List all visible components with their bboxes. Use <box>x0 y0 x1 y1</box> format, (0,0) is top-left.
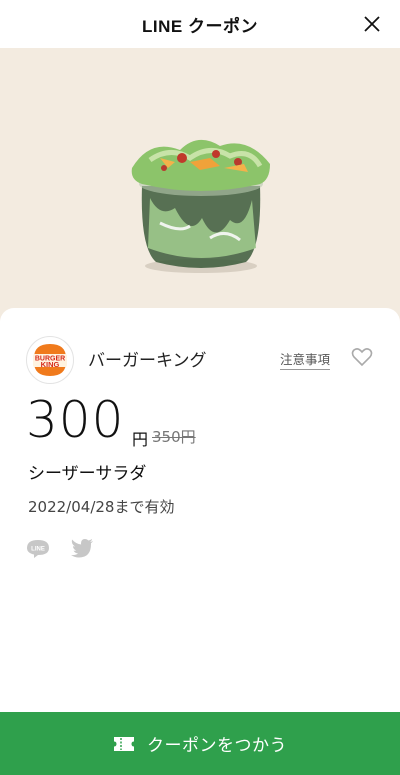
use-coupon-button[interactable]: クーポンをつかう <box>0 712 400 775</box>
twitter-icon[interactable] <box>70 538 94 558</box>
burger-king-logo-icon: BURGER KING <box>33 344 67 376</box>
logo-text-king: KING <box>41 360 60 369</box>
coupon-ticket-icon <box>114 736 134 751</box>
coupon-price: 300 <box>26 391 125 449</box>
product-hero <box>0 48 400 338</box>
brand-name: バーガーキング <box>88 351 207 371</box>
heart-icon[interactable] <box>350 345 374 369</box>
line-share-icon[interactable]: LINE <box>26 539 50 559</box>
use-coupon-label: クーポンをつかう <box>147 736 287 756</box>
salad-image <box>131 139 270 273</box>
item-name: シーザーサラダ <box>28 464 147 484</box>
close-icon[interactable] <box>360 12 384 36</box>
price-unit: 円 <box>132 430 149 449</box>
coupon-card: BURGER KING バーガーキング 注意事項 300 円 350円 シーザー… <box>0 308 400 713</box>
expiry-date: 2022/04/28まで有効 <box>28 498 175 516</box>
brand-logo: BURGER KING <box>26 336 74 384</box>
notes-link[interactable]: 注意事項 <box>280 349 331 370</box>
original-price: 350円 <box>152 428 196 446</box>
page-title: LINE クーポン <box>142 16 258 36</box>
line-share-label: LINE <box>31 547 45 553</box>
header-bar: LINE クーポン <box>0 0 400 48</box>
